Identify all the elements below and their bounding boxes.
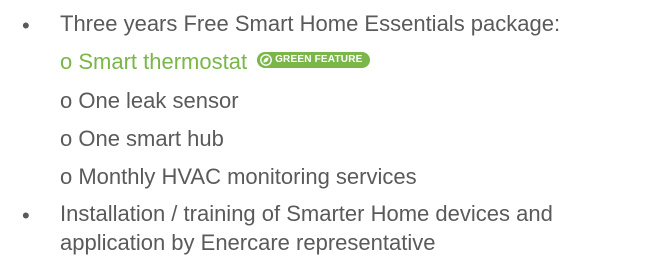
leaf-icon <box>260 54 272 66</box>
badge-label: GREEN FEATURE <box>275 54 363 65</box>
subitem-smart-thermostat: o Smart thermostat GREEN FEATURE <box>60 48 370 76</box>
list-item-heading: Three years Free Smart Home Essentials p… <box>60 11 561 36</box>
list-item-text-line: Installation / training of Smarter Home … <box>60 201 553 226</box>
subitem-leak-sensor: o One leak sensor <box>60 88 239 113</box>
subitem-hvac-monitoring: o Monthly HVAC monitoring services <box>60 164 417 189</box>
list-item-text-line: application by Enercare representative <box>60 230 436 255</box>
subitem-smart-hub: o One smart hub <box>60 126 224 151</box>
subitem-label: o Smart thermostat <box>60 49 248 74</box>
bullet-marker: • <box>22 13 30 38</box>
bullet-marker: • <box>22 203 30 228</box>
green-feature-badge: GREEN FEATURE <box>257 52 370 68</box>
